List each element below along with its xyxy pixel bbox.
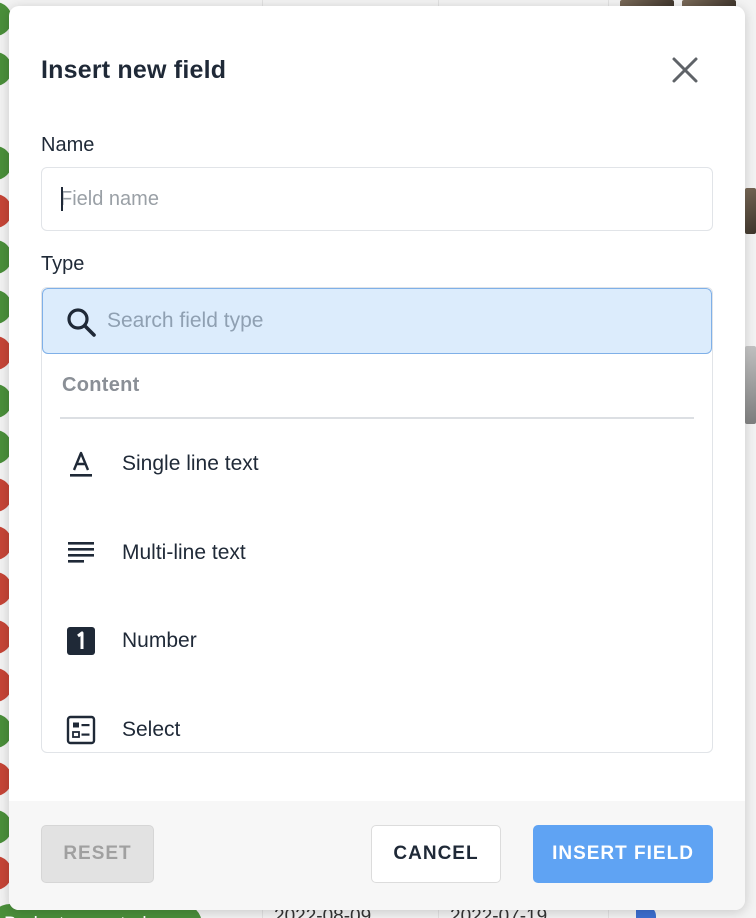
dialog-footer: RESET CANCEL INSERT FIELD	[9, 801, 745, 910]
search-field-type-input[interactable]	[107, 303, 687, 339]
type-option-multi-line-text[interactable]: Multi-line text	[42, 508, 712, 596]
field-name-input[interactable]	[41, 167, 713, 231]
close-icon	[672, 57, 698, 83]
thumbnail-image	[745, 346, 756, 424]
field-type-picker: Content Single line text Multi-line text	[41, 287, 713, 753]
select-icon	[66, 715, 96, 745]
reset-button[interactable]: RESET	[41, 825, 154, 883]
number-icon	[67, 627, 95, 655]
name-label: Name	[41, 134, 95, 156]
insert-field-dialog: Insert new field Name Type Content Singl…	[9, 6, 745, 910]
close-button[interactable]	[665, 50, 705, 90]
cancel-button[interactable]: CANCEL	[371, 825, 501, 883]
option-label: Select	[122, 718, 181, 741]
option-label: Single line text	[122, 452, 259, 475]
type-option-single-line-text[interactable]: Single line text	[42, 419, 712, 507]
option-label: Number	[122, 629, 197, 652]
text-caret	[61, 187, 63, 211]
section-header-content: Content	[62, 374, 140, 396]
insert-field-button[interactable]: INSERT FIELD	[533, 825, 713, 883]
dialog-title: Insert new field	[41, 56, 227, 84]
type-option-number[interactable]: Number	[42, 596, 712, 684]
multi-line-text-icon	[68, 542, 94, 563]
type-search-box[interactable]	[42, 288, 712, 354]
thumbnail-image	[745, 188, 756, 234]
single-line-text-icon	[70, 451, 92, 477]
type-label: Type	[41, 253, 85, 275]
type-option-select[interactable]: Select	[42, 685, 712, 752]
option-label: Multi-line text	[122, 541, 246, 564]
search-icon	[67, 308, 96, 337]
